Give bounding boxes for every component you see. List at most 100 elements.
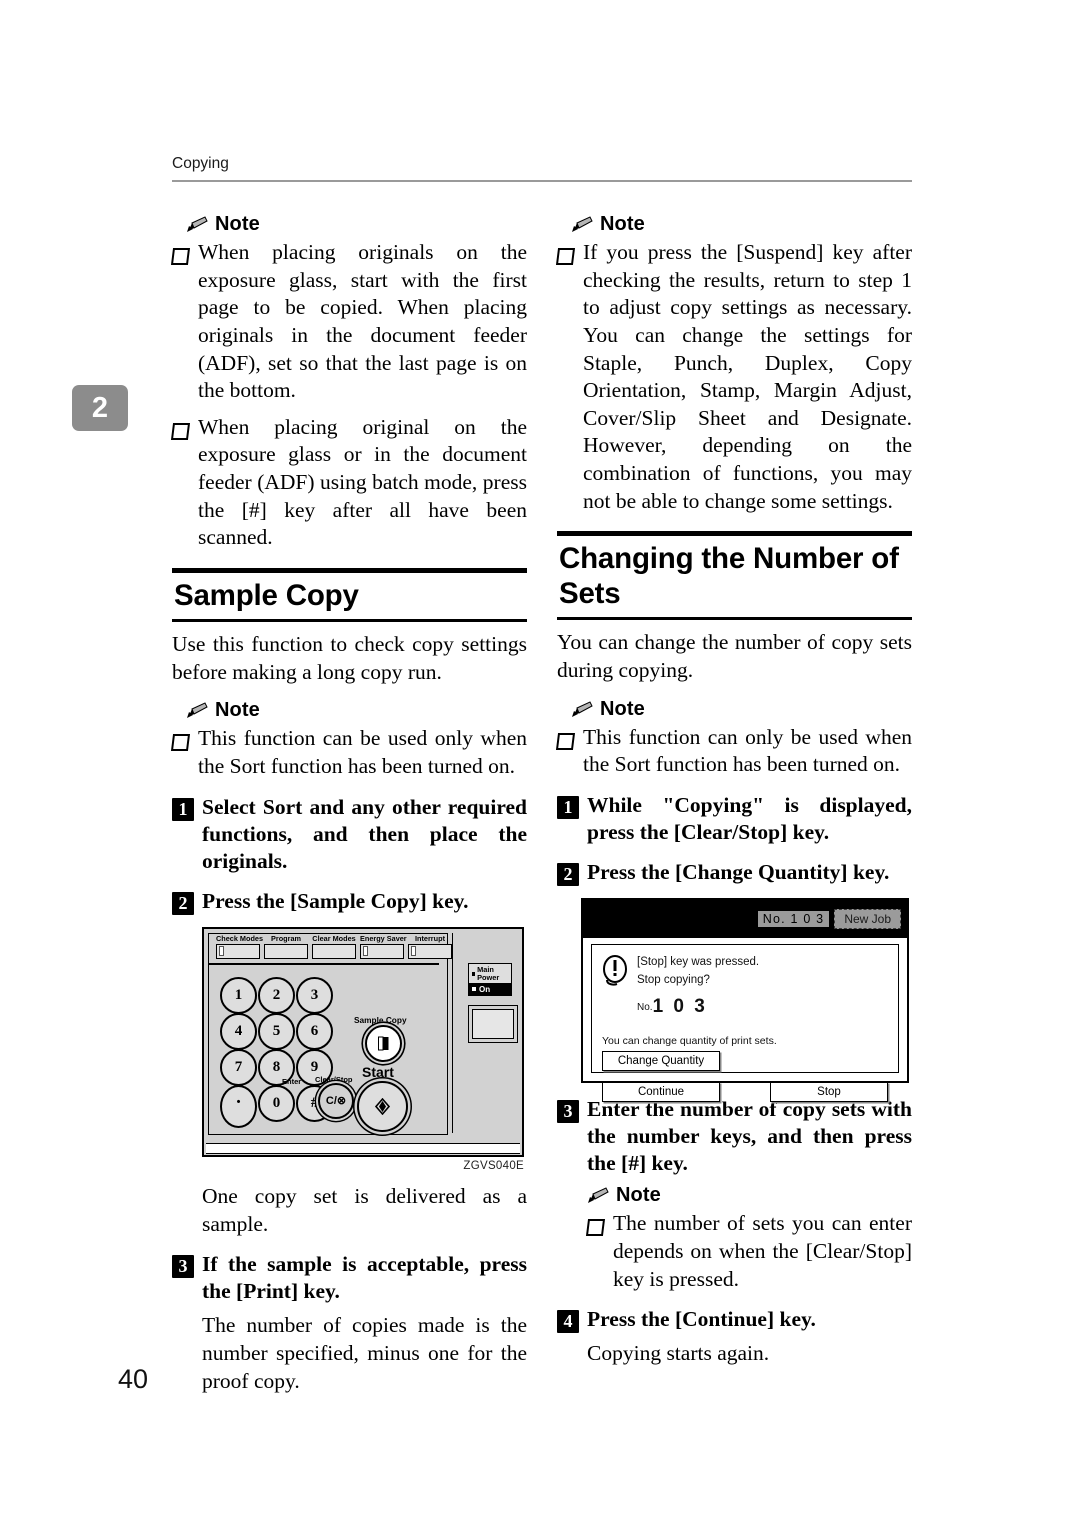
step-3: 3 Enter the number of copy sets with the… — [557, 1096, 912, 1177]
step-text: Enter the number of copy sets with the n… — [587, 1097, 912, 1176]
section-rule-bottom — [172, 618, 527, 623]
enter-label: Enter — [282, 1076, 302, 1086]
note-label: Note — [215, 213, 260, 235]
note-item: When placing original on the exposure gl… — [170, 414, 527, 552]
sample-copy-label: Sample Copy — [354, 1014, 407, 1025]
interrupt-keycap — [408, 943, 452, 959]
lcd-hint-text: You can change quantity of print sets. — [602, 1035, 777, 1048]
step-text: Press the [Sample Copy] key. — [202, 888, 469, 913]
numkey-0[interactable]: 0 — [258, 1084, 295, 1122]
section-changing-number-of-sets: Changing the Number of Sets You can chan… — [555, 531, 912, 1368]
program-keycap — [264, 943, 308, 959]
note-label: Note — [600, 697, 645, 720]
note-heading: Note — [186, 699, 527, 722]
main-power-label: Main Power — [477, 964, 500, 982]
step-text: While "Copying" is displayed, press the … — [587, 792, 912, 844]
step-number: 4 — [557, 1310, 579, 1334]
panel-base-edge — [206, 1142, 520, 1154]
note-label: Note — [616, 1184, 661, 1207]
start-diamond-icon — [374, 1097, 391, 1115]
numkey-7[interactable]: 7 — [220, 1048, 257, 1086]
step-3: 3 If the sample is acceptable, press the… — [172, 1251, 527, 1305]
section-intro: You can change the number of copy sets d… — [557, 630, 912, 682]
energy-saver-label: Energy Saver — [360, 933, 407, 943]
square-bullet-icon — [555, 732, 576, 750]
step-number: 1 — [172, 797, 194, 821]
interrupt-label: Interrupt — [415, 933, 445, 943]
numkey-2[interactable]: 2 — [258, 976, 295, 1014]
clear-modes-label: Clear Modes — [312, 933, 356, 943]
note-block-top-left: Note When placing originals on the expos… — [170, 213, 527, 552]
step-text: Press the [Change Quantity] key. — [587, 860, 890, 884]
lcd-number-display: No.1 0 3 — [637, 992, 759, 1021]
numkey-dot[interactable]: · — [220, 1084, 257, 1128]
note-text: When placing original on the exposure gl… — [198, 414, 527, 550]
note-text: When placing originals on the exposure g… — [198, 240, 527, 403]
note-item: If you press the [Suspend] key after che… — [555, 239, 912, 515]
section-sample-copy: Sample Copy Use this function to check c… — [170, 567, 527, 1395]
lcd-stop-button[interactable]: Stop — [770, 1082, 888, 1103]
pencil-icon — [571, 216, 593, 233]
alert-icon — [602, 954, 628, 991]
square-bullet-icon — [170, 734, 191, 752]
note-label: Note — [215, 699, 260, 722]
panel-divider — [209, 962, 439, 965]
note-text: The number of sets you can enter depends… — [613, 1211, 912, 1291]
interrupt-key[interactable]: Interrupt — [408, 935, 452, 959]
step-number: 1 — [557, 795, 579, 819]
check-modes-key[interactable]: Check Modes — [216, 933, 264, 959]
lcd-new-job-button[interactable]: New Job — [834, 909, 901, 930]
lcd-message-text: [Stop] key was pressed. Stop copying? No… — [637, 954, 759, 1021]
start-key[interactable] — [357, 1080, 408, 1132]
lcd-dialog: [Stop] key was pressed. Stop copying? No… — [591, 944, 899, 1103]
running-header: Copying — [172, 155, 229, 172]
lcd-message-line1: [Stop] key was pressed. — [637, 956, 760, 969]
energy-saver-key[interactable]: Energy Saver — [360, 933, 407, 959]
power-on-row: On — [469, 982, 511, 995]
section-rule-bottom — [557, 616, 912, 621]
figure-code: ZGVS040E — [463, 1159, 524, 1172]
lcd-message-line2: Stop copying? — [637, 973, 710, 986]
note-item: The number of sets you can enter depends… — [585, 1210, 912, 1293]
square-bullet-icon — [170, 248, 191, 265]
clear-modes-keycap — [312, 943, 356, 959]
step-text: Press the [Continue] key. — [587, 1307, 816, 1332]
numeric-keypad: 1 2 3 4 5 6 7 8 9 · 0 # — [220, 976, 334, 1128]
section-title: Changing the Number of Sets — [559, 542, 899, 611]
lcd-top-bar: No. 1 0 3 New Job — [583, 900, 907, 939]
sample-copy-key[interactable] — [365, 1024, 402, 1062]
chapter-tab: 2 — [72, 385, 128, 431]
numkey-1[interactable]: 1 — [220, 976, 257, 1014]
check-modes-keycap — [216, 943, 260, 959]
main-power-led-icon — [472, 971, 476, 976]
program-key[interactable]: Program — [264, 935, 308, 959]
main-power-indicator: Main Power On — [468, 962, 512, 996]
note-text: This function can be used only when the … — [198, 726, 527, 779]
numkey-4[interactable]: 4 — [220, 1012, 257, 1050]
note-heading: Note — [186, 213, 527, 236]
pencil-icon — [587, 1187, 609, 1204]
numkey-3[interactable]: 3 — [296, 976, 333, 1014]
step-text: Select Sort and any other required funct… — [202, 794, 527, 873]
step-1: 1 Select Sort and any other required fun… — [172, 794, 527, 875]
step-2: 2 Press the [Change Quantity] key. — [557, 859, 912, 886]
clear-modes-key[interactable]: Clear Modes — [312, 935, 356, 959]
pencil-icon — [186, 702, 208, 719]
note-item: This function can be used only when the … — [170, 725, 527, 780]
power-switch[interactable] — [468, 1004, 518, 1043]
lcd-continue-button[interactable]: Continue — [602, 1082, 720, 1103]
lcd-change-quantity-button[interactable]: Change Quantity — [602, 1051, 720, 1072]
numkey-6[interactable]: 6 — [296, 1012, 333, 1050]
page-number: 40 — [118, 1364, 149, 1394]
header-rule — [172, 180, 912, 182]
right-column: Note If you press the [Suspend] key afte… — [555, 213, 912, 1374]
note-label: Note — [600, 213, 645, 235]
numkey-5[interactable]: 5 — [258, 1012, 295, 1050]
note-text: This function can only be used when the … — [583, 724, 912, 777]
clear-stop-key[interactable]: C/⊗ — [318, 1082, 354, 1119]
step-3-subtext: The number of copies made is the number … — [202, 1313, 527, 1393]
step-number: 3 — [172, 1255, 194, 1279]
note-heading: Note — [571, 213, 912, 236]
step-number: 2 — [172, 891, 194, 915]
check-modes-label: Check Modes — [216, 933, 264, 943]
